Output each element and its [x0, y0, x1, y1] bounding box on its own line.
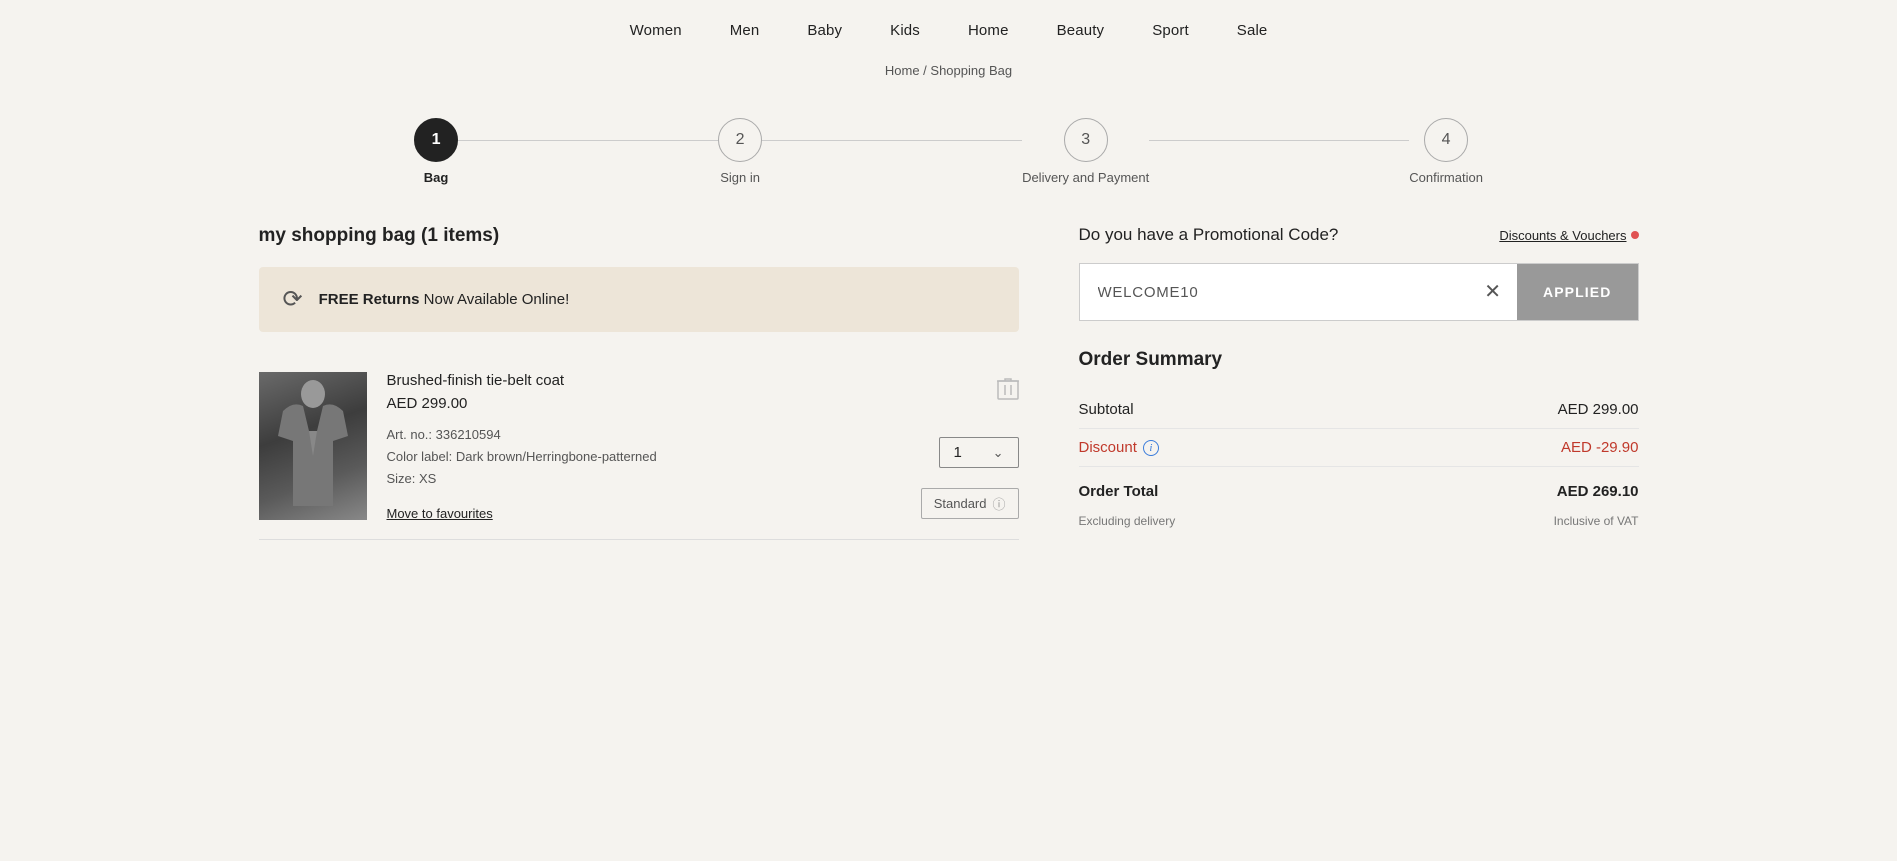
summary-notes: Excluding delivery Inclusive of VAT [1079, 510, 1639, 538]
step-confirmation: 4 Confirmation [1409, 118, 1483, 185]
step-circle-4: 4 [1424, 118, 1468, 162]
quantity-chevron-icon: ⌄ [993, 445, 1004, 461]
checkout-stepper: 1 Bag 2 Sign in 3 Delivery and Payment 4… [0, 98, 1897, 225]
product-color: Color label: Dark brown/Herringbone-patt… [387, 446, 901, 468]
step-label-bag: Bag [424, 170, 449, 185]
nav-sale[interactable]: Sale [1237, 22, 1268, 39]
step-delivery: 3 Delivery and Payment [1022, 118, 1149, 185]
product-price: AED 299.00 [387, 395, 901, 412]
step-label-delivery: Delivery and Payment [1022, 170, 1149, 185]
promo-question-label: Do you have a Promotional Code? [1079, 225, 1339, 245]
returns-bold-text: FREE Returns [319, 291, 420, 308]
excl-delivery-note: Excluding delivery [1079, 514, 1176, 528]
discount-amount: AED -29.90 [1561, 439, 1639, 456]
promo-header: Do you have a Promotional Code? Discount… [1079, 225, 1639, 245]
step-label-signin: Sign in [720, 170, 760, 185]
quantity-value: 1 [954, 444, 962, 461]
main-content: my shopping bag (1 items) ⟳ FREE Returns… [199, 225, 1699, 580]
discount-dot-indicator [1631, 231, 1639, 239]
free-returns-banner: ⟳ FREE Returns Now Available Online! [259, 267, 1019, 332]
discount-row: Discount i AED -29.90 [1079, 429, 1639, 467]
order-summary: Order Summary Subtotal AED 299.00 Discou… [1079, 349, 1639, 538]
returns-text: FREE Returns Now Available Online! [319, 291, 570, 308]
summary-table: Subtotal AED 299.00 Discount i AED -29.9… [1079, 391, 1639, 538]
step-circle-3: 3 [1064, 118, 1108, 162]
incl-vat-note: Inclusive of VAT [1554, 514, 1639, 528]
discounts-link-text: Discounts & Vouchers [1499, 228, 1626, 243]
promo-code-input[interactable] [1080, 268, 1469, 317]
order-summary-panel: Do you have a Promotional Code? Discount… [1079, 225, 1639, 540]
product-actions: 1 ⌄ Standard ⓘ [921, 372, 1019, 523]
step-line-1-2 [458, 140, 718, 141]
breadcrumb: Home / Shopping Bag [0, 57, 1897, 98]
nav-women[interactable]: Women [630, 22, 682, 39]
product-size: Size: XS [387, 468, 901, 490]
promo-applied-button: APPLIED [1517, 264, 1638, 320]
product-name: Brushed-finish tie-belt coat [387, 372, 901, 389]
order-total-row: Order Total AED 269.10 [1079, 467, 1639, 510]
product-art-no: Art. no.: 336210594 [387, 424, 901, 446]
nav-baby[interactable]: Baby [807, 22, 842, 39]
promo-clear-button[interactable]: ✕ [1468, 282, 1517, 302]
step-circle-2: 2 [718, 118, 762, 162]
nav-home[interactable]: Home [968, 22, 1009, 39]
delete-item-icon[interactable] [997, 376, 1019, 403]
promo-section: Do you have a Promotional Code? Discount… [1079, 225, 1639, 321]
subtotal-label: Subtotal [1079, 401, 1134, 418]
nav-beauty[interactable]: Beauty [1057, 22, 1105, 39]
nav-kids[interactable]: Kids [890, 22, 920, 39]
returns-rest-text: Now Available Online! [424, 291, 570, 308]
bag-title: my shopping bag (1 items) [259, 225, 1019, 247]
subtotal-row: Subtotal AED 299.00 [1079, 391, 1639, 429]
step-signin: 2 Sign in [718, 118, 762, 185]
step-circle-1: 1 [414, 118, 458, 162]
main-navigation: Women Men Baby Kids Home Beauty Sport Sa… [0, 0, 1897, 57]
product-meta: Art. no.: 336210594 Color label: Dark br… [387, 424, 901, 490]
move-to-favourites-button[interactable]: Move to favourites [387, 506, 493, 521]
product-details: Brushed-finish tie-belt coat AED 299.00 … [387, 372, 901, 523]
quantity-selector[interactable]: 1 ⌄ [939, 437, 1019, 468]
shipping-label: Standard [934, 496, 987, 511]
order-total-label: Order Total [1079, 483, 1159, 500]
step-line-3-4 [1149, 140, 1409, 141]
returns-icon: ⟳ [283, 285, 303, 314]
step-bag: 1 Bag [414, 118, 458, 185]
nav-sport[interactable]: Sport [1152, 22, 1189, 39]
shopping-bag-panel: my shopping bag (1 items) ⟳ FREE Returns… [259, 225, 1019, 540]
nav-men[interactable]: Men [730, 22, 760, 39]
order-summary-title: Order Summary [1079, 349, 1639, 371]
product-row: Brushed-finish tie-belt coat AED 299.00 … [259, 356, 1019, 540]
shipping-info-icon[interactable]: ⓘ [992, 494, 1005, 513]
step-line-2-3 [762, 140, 1022, 141]
discount-info-icon[interactable]: i [1143, 440, 1159, 456]
breadcrumb-text: Home / Shopping Bag [885, 63, 1012, 78]
subtotal-value: AED 299.00 [1558, 401, 1639, 418]
product-image [259, 372, 367, 520]
product-silhouette [273, 376, 353, 516]
shipping-method-tag: Standard ⓘ [921, 488, 1019, 519]
discount-label: Discount i [1079, 439, 1159, 456]
promo-input-row: ✕ APPLIED [1079, 263, 1639, 321]
discounts-vouchers-link[interactable]: Discounts & Vouchers [1499, 228, 1638, 243]
step-label-confirmation: Confirmation [1409, 170, 1483, 185]
order-total-value: AED 269.10 [1557, 483, 1639, 500]
product-image-placeholder [259, 372, 367, 520]
